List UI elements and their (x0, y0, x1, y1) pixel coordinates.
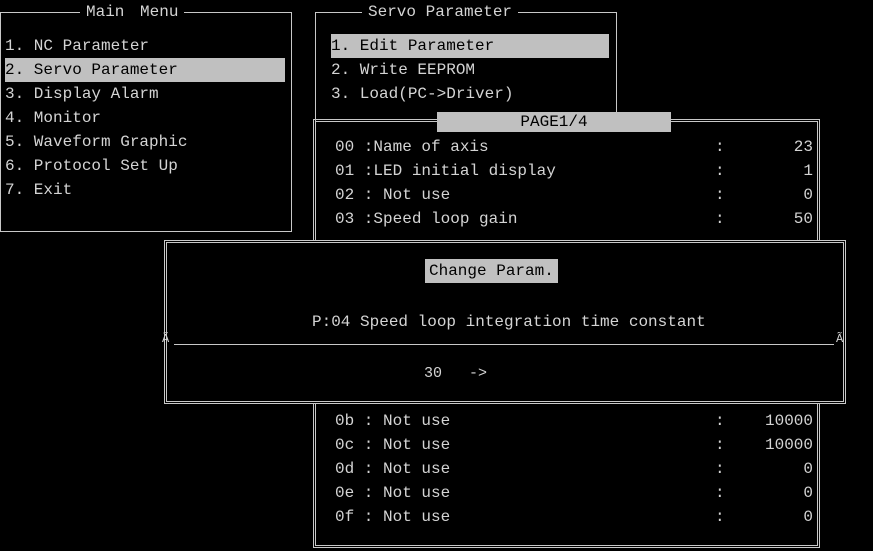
param-name: 0e : Not use (335, 484, 451, 502)
change-dialog-title: Change Param. (425, 259, 558, 283)
param-value: 0 (803, 460, 813, 478)
main-menu-item-7[interactable]: 7. Exit (5, 178, 285, 202)
main-menu-item-4[interactable]: 4. Monitor (5, 106, 285, 130)
param-name: 02 : Not use (335, 186, 451, 204)
change-dialog: Change Param. P:04 Speed loop integratio… (162, 240, 846, 404)
param-row[interactable]: 01 :LED initial display: 1 (335, 159, 813, 183)
main-menu-item-1[interactable]: 1. NC Parameter (5, 34, 285, 58)
param-value: 1 (803, 162, 813, 180)
param-name: 03 :Speed loop gain (335, 210, 518, 228)
change-dialog-divider (174, 344, 834, 345)
param-value: 0 (803, 186, 813, 204)
param-row[interactable]: 02 : Not use: 0 (335, 183, 813, 207)
param-row[interactable]: 0f : Not use: 0 (335, 505, 813, 529)
param-name: 0b : Not use (335, 412, 451, 430)
param-value: 0 (803, 508, 813, 526)
param-separator: : (715, 508, 725, 526)
param-row[interactable]: 0d : Not use: 0 (335, 457, 813, 481)
param-separator: : (715, 186, 725, 204)
change-value-input[interactable]: 30 -> (424, 362, 487, 386)
param-value: 50 (793, 210, 813, 228)
param-separator: : (715, 412, 725, 430)
page-indicator: PAGE1/4 (437, 112, 671, 132)
param-row[interactable]: 00 :Name of axis: 23 (335, 135, 813, 159)
param-separator: : (715, 460, 725, 478)
param-row[interactable]: 0e : Not use: 0 (335, 481, 813, 505)
param-row[interactable]: 0c : Not use: 10000 (335, 433, 813, 457)
main-menu-item-5[interactable]: 5. Waveform Graphic (5, 130, 285, 154)
change-dialog-right-glyph: Ã (836, 332, 844, 346)
param-separator: : (715, 138, 725, 156)
main-menu-item-3[interactable]: 3. Display Alarm (5, 82, 285, 106)
param-separator: : (715, 210, 725, 228)
param-name: 0c : Not use (335, 436, 451, 454)
param-value: 0 (803, 484, 813, 502)
servo-menu-title: Servo Parameter (362, 2, 519, 22)
servo-menu-item-1[interactable]: 1. Edit Parameter (331, 34, 609, 58)
param-name: 0f : Not use (335, 508, 451, 526)
param-value: 23 (793, 138, 813, 156)
param-row[interactable]: 0b : Not use: 10000 (335, 409, 813, 433)
servo-menu-item-3[interactable]: 3. Load(PC->Driver) (331, 82, 609, 106)
change-dialog-left-glyph: Ã (162, 332, 170, 346)
param-value: 10000 (764, 412, 813, 430)
servo-menu-item-2[interactable]: 2. Write EEPROM (331, 58, 609, 82)
param-name: 00 :Name of axis (335, 138, 489, 156)
param-row[interactable]: 03 :Speed loop gain: 50 (335, 207, 813, 231)
param-name: 01 :LED initial display (335, 162, 556, 180)
main-menu-title: Main Menu (80, 2, 185, 22)
change-dialog-param-text: P:04 Speed loop integration time constan… (312, 313, 706, 331)
main-menu-item-6[interactable]: 6. Protocol Set Up (5, 154, 285, 178)
param-separator: : (715, 436, 725, 454)
param-separator: : (715, 162, 725, 180)
param-name: 0d : Not use (335, 460, 451, 478)
main-menu-item-2[interactable]: 2. Servo Parameter (5, 58, 285, 82)
param-value: 10000 (764, 436, 813, 454)
param-separator: : (715, 484, 725, 502)
